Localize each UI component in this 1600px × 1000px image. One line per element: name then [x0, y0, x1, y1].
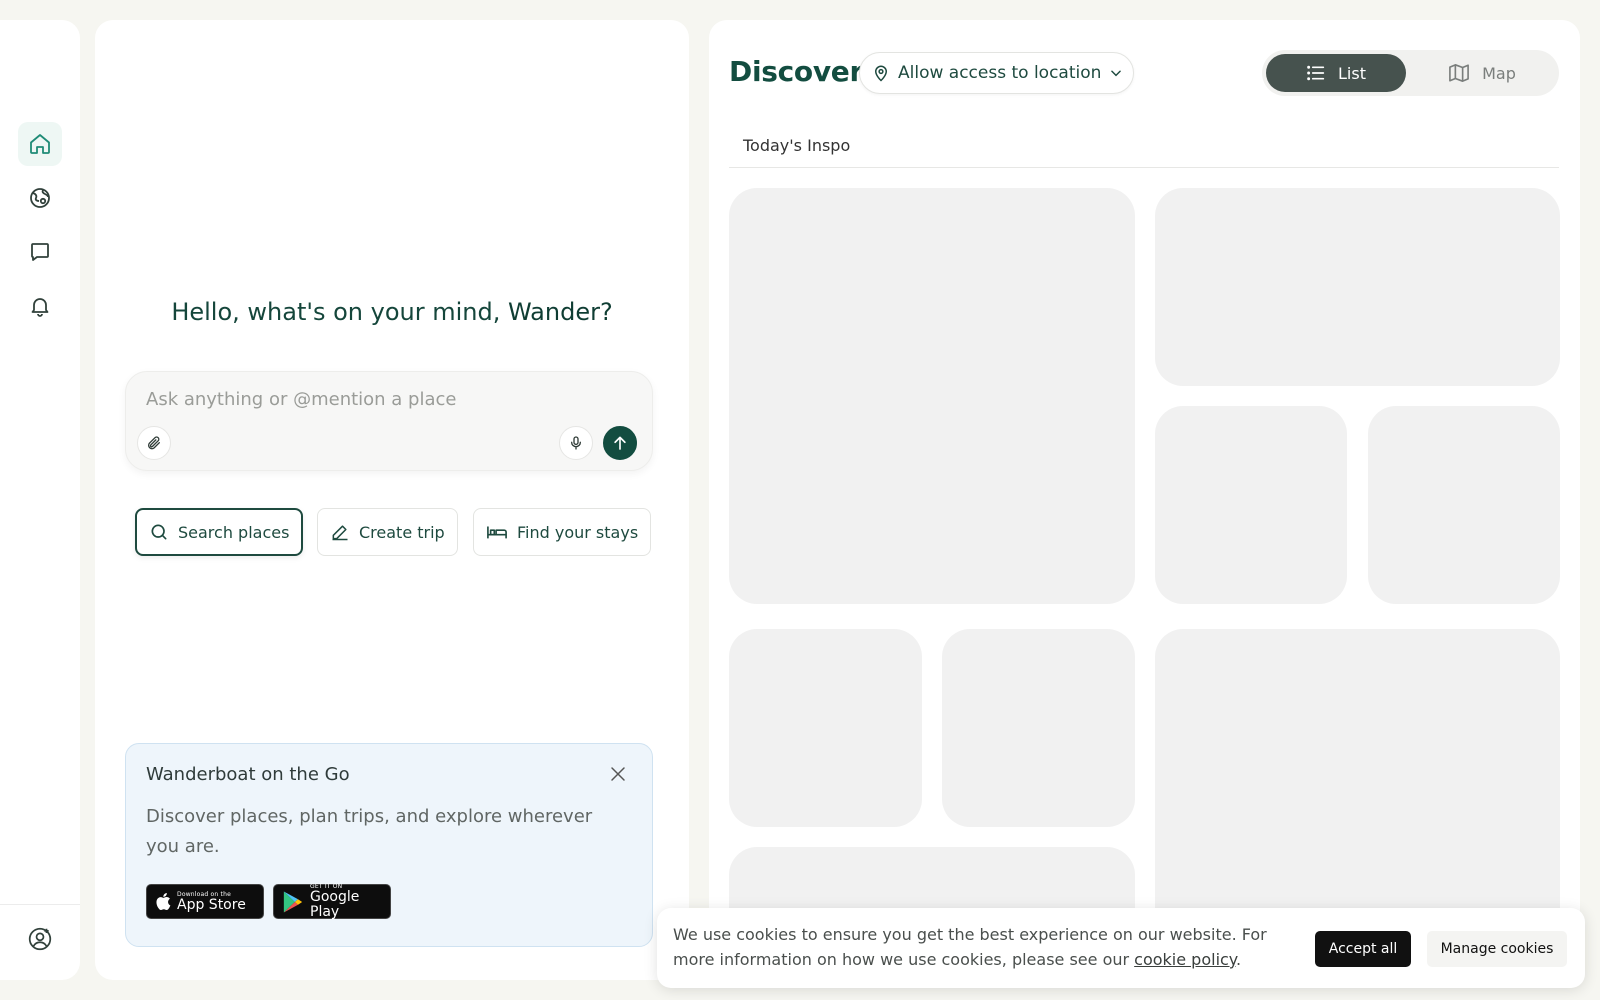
home-icon [28, 132, 52, 156]
list-view-button[interactable]: List [1266, 54, 1406, 92]
send-button[interactable] [603, 426, 637, 460]
nav-home[interactable] [18, 122, 62, 166]
paperclip-icon [146, 435, 162, 451]
sidebar-divider [0, 904, 80, 905]
accept-cookies-button[interactable]: Accept all [1315, 931, 1411, 967]
loading-card [729, 188, 1135, 604]
app-store-label: App Store [177, 896, 246, 913]
bell-icon [28, 294, 52, 318]
promo-text: Discover places, plan trips, and explore… [146, 806, 593, 857]
cookie-banner: We use cookies to ensure you get the bes… [657, 908, 1585, 988]
create-trip-chip[interactable]: Create trip [317, 508, 458, 556]
microphone-icon [568, 435, 584, 451]
google-play-text: GET IT ON Google Play [310, 883, 382, 920]
nav-account[interactable] [18, 917, 62, 961]
loading-card [942, 629, 1135, 827]
cookie-message: We use cookies to ensure you get the bes… [673, 922, 1283, 972]
promo-title: Wanderboat on the Go [146, 764, 350, 785]
arrow-up-icon [611, 434, 629, 452]
voice-button[interactable] [559, 426, 593, 460]
view-toggle: List Map [1262, 50, 1559, 96]
loading-card [729, 629, 922, 827]
search-icon [149, 522, 169, 542]
list-view-label: List [1338, 63, 1366, 83]
map-view-label: Map [1482, 63, 1516, 83]
manage-cookies-button[interactable]: Manage cookies [1427, 931, 1567, 967]
loading-card [1155, 406, 1347, 604]
app-store-text: Download on the App Store [177, 891, 246, 913]
mobile-app-promo: Wanderboat on the Go Discover places, pl… [125, 743, 653, 947]
search-places-label: Search places [178, 522, 290, 542]
location-access-button[interactable]: Allow access to location [859, 52, 1134, 94]
greeting-heading: Hello, what's on your mind, Wander? [95, 298, 689, 326]
chat-input-box [125, 371, 653, 471]
google-play-label: Google Play [310, 889, 360, 920]
discover-panel: Discover Allow access to location List M… [709, 20, 1580, 980]
app-store-button[interactable]: Download on the App Store [146, 884, 264, 919]
nav-notifications[interactable] [18, 284, 62, 328]
pencil-icon [330, 522, 350, 542]
close-icon [609, 765, 627, 783]
tab-todays-inspo[interactable]: Today's Inspo [743, 136, 850, 155]
find-stays-chip[interactable]: Find your stays [473, 508, 652, 556]
discover-title: Discover [729, 55, 863, 88]
user-add-icon [27, 926, 53, 952]
location-label: Allow access to location [898, 63, 1102, 83]
chat-input[interactable] [146, 386, 626, 412]
search-places-chip[interactable]: Search places [135, 508, 304, 556]
globe-icon [28, 186, 52, 210]
google-play-button[interactable]: GET IT ON Google Play [273, 883, 391, 920]
attach-button[interactable] [137, 426, 171, 460]
promo-close-button[interactable] [606, 762, 630, 786]
sidebar [0, 20, 80, 980]
map-view-button[interactable]: Map [1412, 54, 1552, 92]
apple-icon [155, 892, 171, 911]
greeting-name: Wander? [507, 298, 613, 326]
list-icon [1306, 64, 1326, 82]
nav-chats[interactable] [18, 230, 62, 274]
loading-card [1368, 406, 1560, 604]
map-pin-icon [872, 64, 890, 82]
chevron-down-icon [1109, 66, 1123, 80]
find-stays-label: Find your stays [517, 522, 639, 542]
cookie-message-end: . [1236, 950, 1242, 969]
google-play-icon [282, 890, 304, 914]
create-trip-label: Create trip [359, 522, 445, 542]
loading-card [1155, 188, 1560, 386]
cookie-policy-link[interactable]: cookie policy [1134, 950, 1236, 969]
greeting-prefix: Hello, what's on your mind, [171, 298, 508, 326]
section-divider [729, 167, 1559, 168]
chat-icon [28, 240, 52, 264]
chat-panel: Hello, what's on your mind, Wander? Sear… [95, 20, 689, 980]
bed-icon [486, 522, 508, 542]
map-icon [1448, 63, 1470, 83]
nav-explore[interactable] [18, 176, 62, 220]
